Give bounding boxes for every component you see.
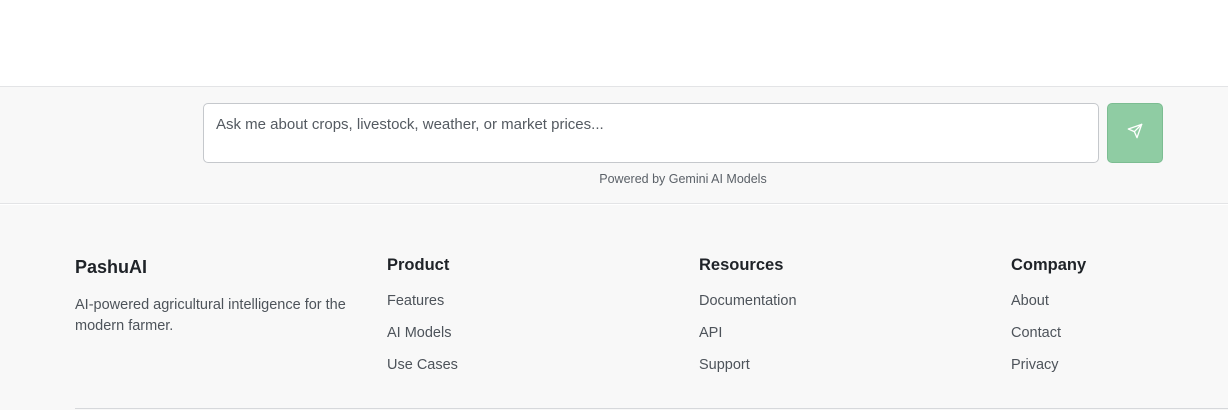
footer-brand: PashuAI AI-powered agricultural intellig…	[75, 255, 355, 337]
footer-heading-resources: Resources	[699, 256, 784, 274]
site-footer: PashuAI AI-powered agricultural intellig…	[0, 205, 1228, 410]
chat-input-bar: Powered by Gemini AI Models	[0, 87, 1228, 204]
footer-column-company: Company About Contact Privacy	[1011, 255, 1086, 389]
footer-link-use-cases[interactable]: Use Cases	[387, 357, 458, 373]
footer-link-documentation[interactable]: Documentation	[699, 293, 797, 309]
footer-heading-company: Company	[1011, 256, 1087, 274]
powered-by-text: Powered by Gemini AI Models	[599, 172, 767, 186]
footer-divider	[75, 408, 1228, 409]
footer-link-ai-models[interactable]: AI Models	[387, 325, 451, 341]
footer-link-about[interactable]: About	[1011, 293, 1049, 309]
chat-messages-area	[0, 0, 1228, 87]
send-button[interactable]	[1107, 103, 1163, 163]
brand-name: PashuAI	[75, 257, 148, 277]
footer-column-product: Product Features AI Models Use Cases	[387, 255, 458, 389]
brand-tagline: AI-powered agricultural intelligence for…	[75, 297, 346, 334]
footer-link-features[interactable]: Features	[387, 293, 444, 309]
footer-link-contact[interactable]: Contact	[1011, 325, 1061, 341]
footer-link-support[interactable]: Support	[699, 357, 750, 373]
send-icon	[1127, 123, 1143, 144]
footer-link-api[interactable]: API	[699, 325, 722, 341]
footer-column-resources: Resources Documentation API Support	[699, 255, 797, 389]
footer-link-privacy[interactable]: Privacy	[1011, 357, 1059, 373]
footer-heading-product: Product	[387, 256, 450, 274]
chat-input[interactable]	[203, 103, 1099, 163]
